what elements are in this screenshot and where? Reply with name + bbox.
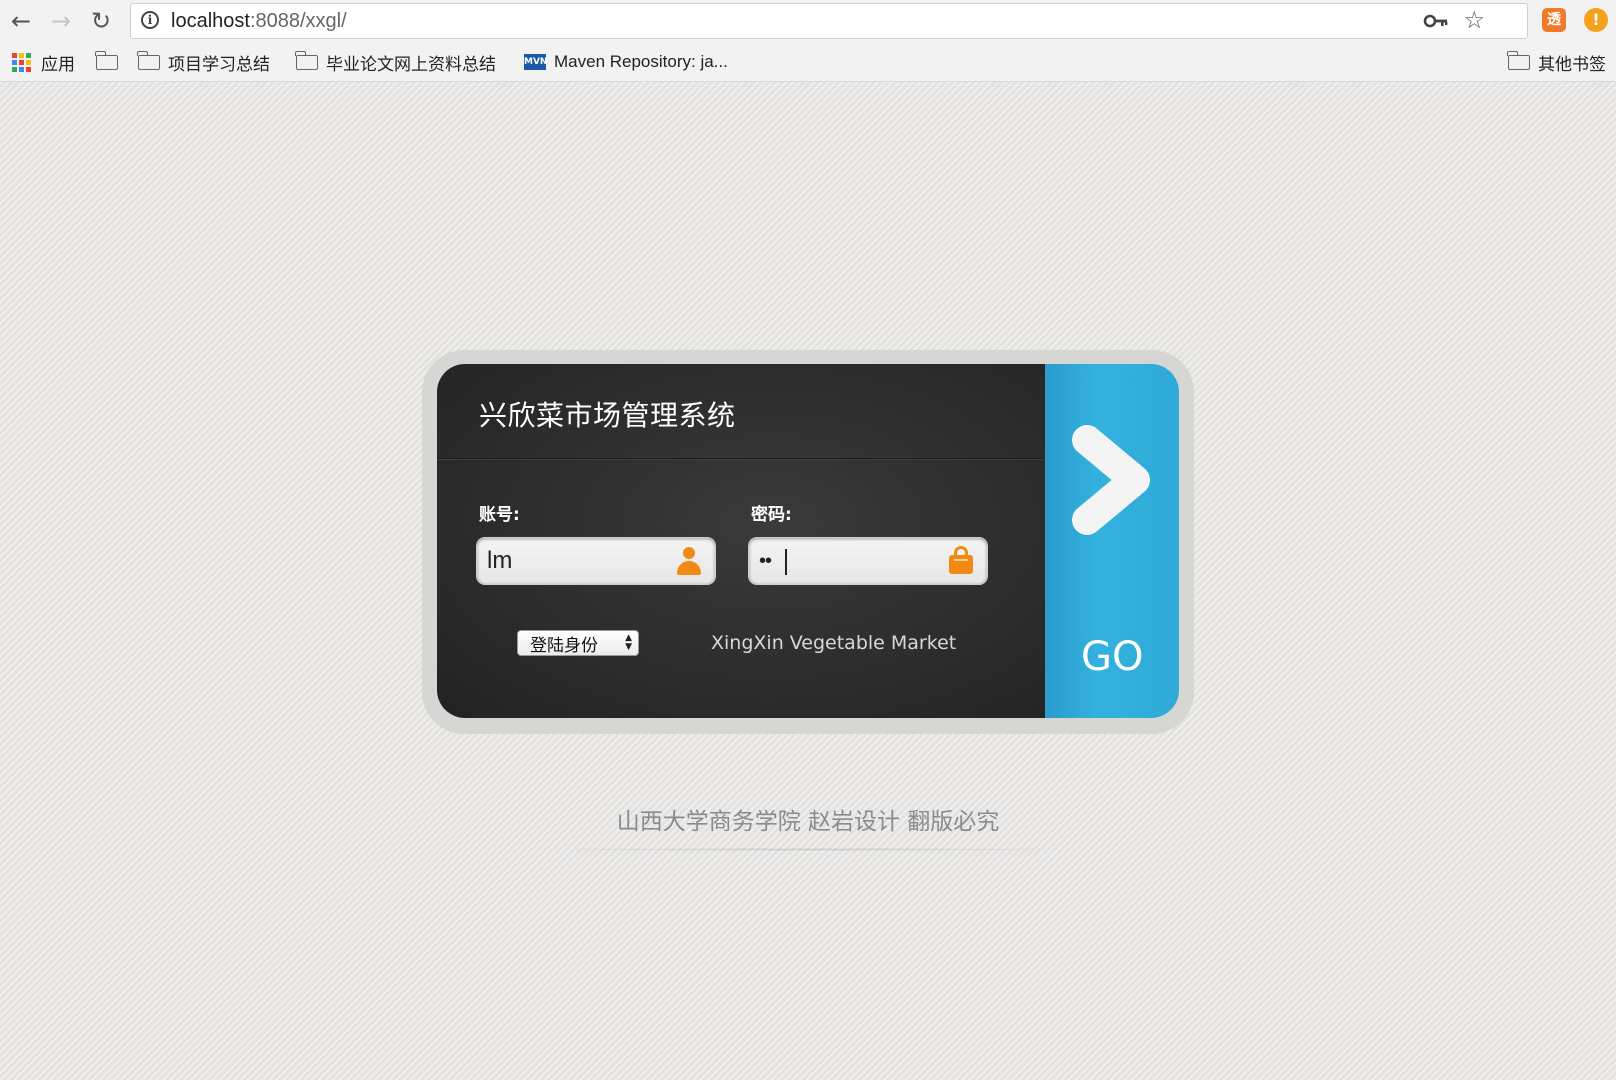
- bookmark-star-icon[interactable]: ☆: [1463, 6, 1485, 34]
- address-bar[interactable]: i localhost:8088/xxgl/ ☆: [130, 3, 1528, 39]
- chevron-right-icon: [1072, 425, 1150, 535]
- bookmark-apps[interactable]: 应用: [12, 50, 75, 74]
- bookmark-maven[interactable]: MVN Maven Repository: ja...: [524, 50, 728, 74]
- password-field-wrap[interactable]: [749, 538, 987, 584]
- forward-arrow-icon: →: [50, 7, 72, 35]
- select-arrows-icon: ▲ ▼: [625, 633, 632, 652]
- extension-icon[interactable]: 透: [1542, 8, 1566, 32]
- password-label: 密码:: [751, 505, 792, 525]
- divider: [437, 458, 1045, 460]
- browser-toolbar: ← → ↻ i localhost:8088/xxgl/ ☆ 透 !: [0, 0, 1616, 42]
- login-panel: 兴欣菜市场管理系统 账号: 密码: 登陆身份 ▲▼ XingXin Vegeta…: [437, 364, 1045, 718]
- go-button[interactable]: GO: [1045, 364, 1179, 718]
- mvn-icon: MVN: [524, 54, 547, 70]
- alert-extension-icon[interactable]: !: [1584, 8, 1608, 32]
- reload-button[interactable]: ↻: [84, 4, 118, 38]
- role-select[interactable]: 登陆身份 ▲ ▼: [517, 630, 639, 656]
- go-label: GO: [1081, 634, 1144, 680]
- bookmark-folder-project[interactable]: 项目学习总结: [137, 50, 270, 74]
- back-button[interactable]: ←: [4, 4, 38, 38]
- apps-icon: [12, 52, 31, 72]
- bookmark-folder-empty[interactable]: [95, 50, 126, 74]
- footer-text: 山西大学商务学院 赵岩设计 翻版必究: [616, 809, 1000, 835]
- account-label: 账号:: [479, 505, 520, 525]
- folder-icon: [295, 50, 318, 70]
- folder-icon: [137, 50, 160, 70]
- bookmarks-bar: 应用 项目学习总结 毕业论文网上资料总结 MVN Maven Repositor…: [0, 42, 1616, 82]
- reload-icon: ↻: [90, 7, 112, 35]
- page-title: 兴欣菜市场管理系统: [479, 399, 736, 432]
- market-subtitle: XingXin Vegetable Market: [711, 632, 957, 654]
- account-field-wrap[interactable]: [477, 538, 715, 584]
- info-icon[interactable]: i: [141, 11, 159, 29]
- folder-icon: [1507, 50, 1530, 70]
- footer-divider: [520, 848, 1100, 851]
- folder-icon: [95, 50, 118, 70]
- forward-button[interactable]: →: [44, 4, 78, 38]
- url-text[interactable]: localhost:8088/xxgl/: [171, 10, 347, 33]
- bookmark-other[interactable]: 其他书签: [1507, 50, 1606, 74]
- text-caret: [785, 549, 787, 575]
- lock-icon: [949, 546, 973, 574]
- account-input[interactable]: [487, 544, 667, 578]
- bookmark-folder-thesis[interactable]: 毕业论文网上资料总结: [295, 50, 496, 74]
- key-icon[interactable]: [1423, 12, 1449, 30]
- user-icon: [675, 547, 703, 577]
- back-arrow-icon: ←: [10, 7, 32, 35]
